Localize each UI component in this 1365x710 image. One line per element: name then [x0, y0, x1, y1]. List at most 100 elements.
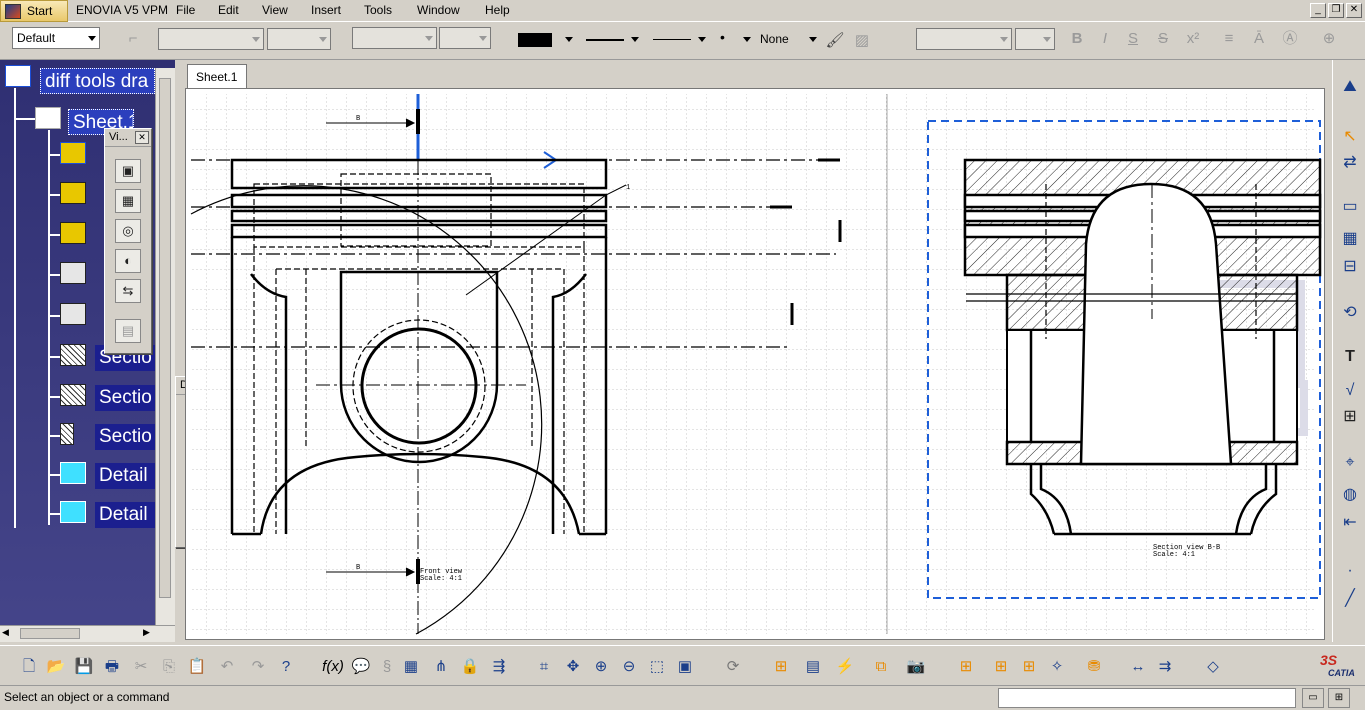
- dress-up-icon[interactable]: ⌐: [122, 28, 144, 50]
- open-file-icon[interactable]: 📂: [45, 656, 67, 678]
- scroll-thumb[interactable]: [20, 628, 80, 639]
- link-icon[interactable]: §: [376, 656, 398, 678]
- section-cut-icon[interactable]: [60, 423, 74, 445]
- zoom-in-icon[interactable]: ⊕: [590, 656, 612, 678]
- close-icon[interactable]: ✕: [1346, 3, 1362, 18]
- normal-view-icon[interactable]: ▣: [674, 656, 696, 678]
- detail-view-icon[interactable]: [60, 501, 86, 523]
- font-combo[interactable]: [158, 28, 264, 50]
- menu-help[interactable]: Help: [485, 3, 510, 17]
- scroll-left-icon[interactable]: ◀: [2, 627, 9, 638]
- power-input[interactable]: [998, 688, 1296, 708]
- tree-horizontal-scrollbar[interactable]: ◀ ▶: [0, 625, 175, 642]
- symbol-icon[interactable]: ⊕: [1318, 28, 1340, 50]
- filter-icon[interactable]: ⛃: [1083, 656, 1105, 678]
- copy-icon[interactable]: ⎘: [158, 656, 180, 678]
- workflow-icon[interactable]: ⋔: [430, 656, 452, 678]
- tree-item-detail[interactable]: Detail: [95, 463, 155, 489]
- view-icon[interactable]: [60, 222, 86, 244]
- anchor-icon[interactable]: Ā: [1248, 28, 1270, 50]
- detail-icon[interactable]: ◎: [115, 219, 141, 243]
- bold-icon[interactable]: B: [1066, 28, 1088, 50]
- power-input-toggle-icon[interactable]: ⊞: [1328, 688, 1350, 708]
- analysis-display-icon[interactable]: ⚡: [834, 656, 856, 678]
- circle-icon[interactable]: ◍: [1339, 484, 1361, 506]
- wizard-icon[interactable]: ▤: [115, 319, 141, 343]
- new-file-icon[interactable]: 🗋: [18, 656, 40, 678]
- scroll-thumb[interactable]: [159, 78, 171, 598]
- text-font-combo[interactable]: [916, 28, 1012, 50]
- snap-grid-icon[interactable]: ⊞: [990, 656, 1012, 678]
- redo-icon[interactable]: ↷: [247, 656, 269, 678]
- camera-icon[interactable]: 📷: [905, 656, 927, 678]
- grid-icon[interactable]: ⊞: [955, 656, 977, 678]
- sketch-grid-icon[interactable]: ⊞: [770, 656, 792, 678]
- section-view-icon[interactable]: [60, 344, 86, 366]
- geometry-modify-icon[interactable]: ⇄: [1339, 152, 1361, 174]
- pan-icon[interactable]: ✥: [562, 656, 584, 678]
- sheet-tab[interactable]: Sheet.1: [187, 64, 247, 88]
- analysis-icon[interactable]: ⟲: [1339, 302, 1361, 324]
- analysis-grid-icon[interactable]: ⊞: [1018, 656, 1040, 678]
- layer-combo[interactable]: [352, 27, 437, 49]
- grid-table-icon[interactable]: ⊞: [1339, 406, 1361, 428]
- scroll-right-icon[interactable]: ▶: [143, 627, 150, 638]
- thickness-combo[interactable]: [647, 29, 709, 51]
- text-size-combo[interactable]: [1015, 28, 1055, 50]
- tree-item-section[interactable]: Sectio: [95, 385, 155, 411]
- point-icon[interactable]: ⌖: [1339, 452, 1361, 474]
- text-icon[interactable]: T: [1339, 346, 1361, 368]
- section-view-icon[interactable]: [60, 384, 86, 406]
- start-menu[interactable]: Start: [0, 0, 68, 22]
- line-icon[interactable]: ╱: [1339, 588, 1361, 610]
- command-list-icon[interactable]: ▭: [1302, 688, 1324, 708]
- minimize-icon[interactable]: _: [1310, 3, 1326, 18]
- clipping-icon[interactable]: ◐: [115, 249, 141, 273]
- position-icon[interactable]: ⇉: [1154, 656, 1176, 678]
- frame-icon[interactable]: Ⓐ: [1279, 28, 1301, 50]
- tree-item-detail[interactable]: Detail: [95, 502, 155, 528]
- projection-icon[interactable]: ▣: [115, 159, 141, 183]
- tree-item-section[interactable]: Sectio: [95, 424, 155, 450]
- front-view-icon[interactable]: [60, 142, 86, 164]
- superscript-icon[interactable]: x²: [1182, 28, 1204, 50]
- drawing-canvas[interactable]: B B Front view Scale: 4:1 Section view B…: [185, 88, 1325, 640]
- menu-edit[interactable]: Edit: [218, 3, 239, 17]
- tree-vertical-scrollbar[interactable]: [155, 68, 175, 628]
- view-frame-icon[interactable]: ▤: [802, 656, 824, 678]
- fit-all-icon[interactable]: ⌗: [533, 656, 555, 678]
- view-icon[interactable]: [60, 182, 86, 204]
- dot-icon[interactable]: ·: [1339, 560, 1361, 582]
- menu-file[interactable]: File: [176, 3, 195, 17]
- update-icon[interactable]: ⟳: [722, 656, 744, 678]
- italic-icon[interactable]: I: [1094, 28, 1116, 50]
- table-icon[interactable]: ▦: [1339, 228, 1361, 250]
- menu-window[interactable]: Window: [417, 3, 460, 17]
- restore-icon[interactable]: ❐: [1328, 3, 1344, 18]
- select-icon[interactable]: ↖: [1339, 126, 1361, 148]
- zoom-out-icon[interactable]: ⊖: [618, 656, 640, 678]
- linetype-combo[interactable]: [580, 29, 642, 51]
- scale-combo[interactable]: [439, 27, 491, 49]
- auxiliary-view-icon[interactable]: [60, 262, 86, 284]
- cut-icon[interactable]: ✂: [130, 656, 152, 678]
- tree-root[interactable]: diff tools dra: [40, 68, 155, 94]
- lock-icon[interactable]: 🔒: [459, 656, 481, 678]
- detail-view-icon[interactable]: [60, 462, 86, 484]
- point-combo[interactable]: •: [712, 29, 754, 51]
- dimension-align-icon[interactable]: ↔: [1127, 656, 1149, 678]
- 3d-layer-icon[interactable]: ◇: [1202, 656, 1224, 678]
- views-palette[interactable]: Vi... ✕ ▣ ▦ ◎ ◐ ⇆ ▤: [104, 128, 152, 354]
- cut-view-icon[interactable]: ⧉: [870, 656, 892, 678]
- color-combo[interactable]: [514, 29, 576, 51]
- rectangle-icon[interactable]: ▭: [1339, 196, 1361, 218]
- underline-icon[interactable]: S: [1122, 28, 1144, 50]
- roughness-icon[interactable]: √: [1339, 380, 1361, 402]
- views-palette-title[interactable]: Vi... ✕: [105, 129, 151, 147]
- save-icon[interactable]: 💾: [73, 656, 95, 678]
- whats-this-icon[interactable]: ?: [275, 656, 297, 678]
- pattern-combo[interactable]: None: [756, 29, 820, 51]
- zoom-area-icon[interactable]: ⬚: [646, 656, 668, 678]
- close-icon[interactable]: ✕: [135, 131, 149, 144]
- paste-icon[interactable]: 📋: [186, 656, 208, 678]
